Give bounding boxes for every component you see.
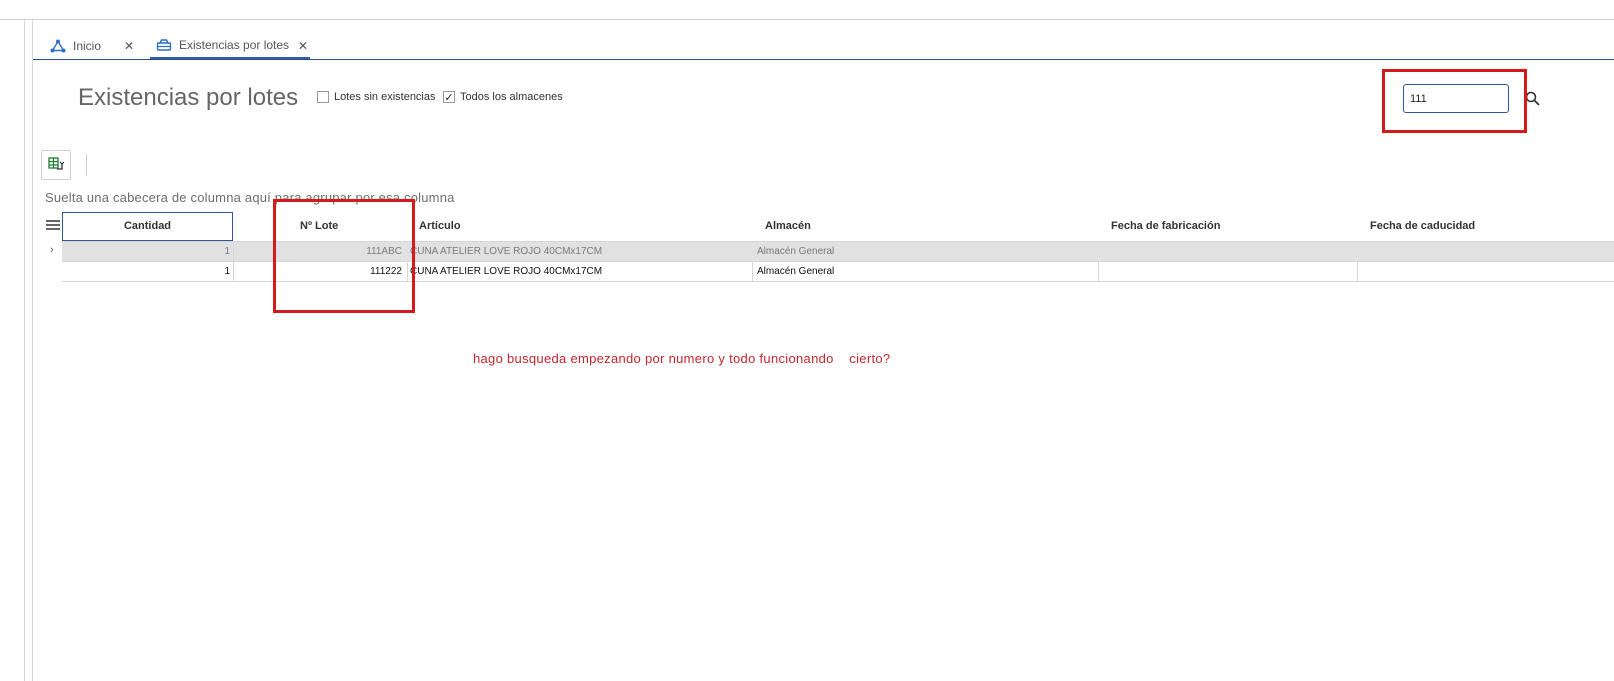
left-border-inner bbox=[32, 20, 33, 681]
column-header-articulo[interactable]: Artículo bbox=[419, 212, 461, 241]
column-menu-icon[interactable] bbox=[46, 220, 60, 232]
cell-lote: 111ABC bbox=[366, 246, 402, 257]
inventory-icon bbox=[156, 38, 172, 52]
cell-cantidad: 1 bbox=[224, 246, 230, 257]
row-divider bbox=[62, 281, 1614, 282]
column-header-lote[interactable]: Nº Lote bbox=[300, 212, 338, 241]
tab-inicio-label: Inicio bbox=[73, 38, 102, 53]
top-border bbox=[0, 19, 1614, 20]
checkbox-todos-los-almacenes[interactable]: ✓ Todos los almacenes bbox=[443, 91, 563, 104]
group-by-hint: Suelta una cabecera de columna aquí para… bbox=[45, 190, 455, 205]
cell-cantidad: 1 bbox=[224, 266, 230, 277]
cell-divider bbox=[1098, 262, 1099, 281]
search-icon[interactable] bbox=[1524, 90, 1542, 108]
tab-inicio-close-icon[interactable]: ✕ bbox=[124, 32, 134, 59]
cell-divider bbox=[407, 262, 408, 281]
cell-articulo: CUNA ATELIER LOVE ROJO 40CMx17CM bbox=[410, 246, 603, 257]
column-header-fecha-fabricacion[interactable]: Fecha de fabricación bbox=[1111, 212, 1220, 241]
column-header-fecha-caducidad[interactable]: Fecha de caducidad bbox=[1370, 212, 1475, 241]
page-title: Existencias por lotes bbox=[78, 84, 299, 111]
tab-existencias-close-icon[interactable]: ✕ bbox=[298, 32, 308, 59]
cell-lote: 111222 bbox=[370, 266, 402, 277]
cell-divider bbox=[752, 262, 753, 281]
network-icon bbox=[50, 39, 66, 53]
export-excel-button[interactable] bbox=[41, 150, 71, 180]
checkbox-label: Todos los almacenes bbox=[460, 91, 563, 103]
tab-underline bbox=[33, 59, 1614, 60]
tab-inicio[interactable]: Inicio bbox=[50, 32, 101, 59]
tab-existencias-label: Existencias por lotes bbox=[179, 37, 290, 52]
cell-almacen: Almacén General bbox=[757, 266, 835, 277]
tab-existencias[interactable]: Existencias por lotes bbox=[150, 32, 310, 59]
annotation-note: hago busqueda empezando por numero y tod… bbox=[473, 351, 891, 366]
column-header-almacen[interactable]: Almacén bbox=[765, 212, 811, 241]
table-row[interactable]: 1 111222 CUNA ATELIER LOVE ROJO 40CMx17C… bbox=[62, 262, 1614, 281]
cell-almacen: Almacén General bbox=[757, 246, 835, 257]
search-input[interactable] bbox=[1403, 84, 1509, 113]
checkbox-lotes-sin-existencias[interactable]: Lotes sin existencias bbox=[317, 91, 436, 103]
table-row[interactable]: 1 111ABC CUNA ATELIER LOVE ROJO 40CMx17C… bbox=[62, 242, 1614, 261]
toolbar-separator bbox=[86, 154, 87, 176]
column-header-cantidad[interactable]: Cantidad bbox=[62, 212, 233, 241]
row-expander-icon[interactable]: › bbox=[50, 244, 54, 256]
checkbox-box-checked[interactable]: ✓ bbox=[443, 91, 455, 104]
cell-articulo: CUNA ATELIER LOVE ROJO 40CMx17CM bbox=[410, 266, 603, 277]
checkbox-box[interactable] bbox=[317, 91, 329, 103]
checkbox-label: Lotes sin existencias bbox=[334, 91, 436, 103]
left-border bbox=[24, 20, 25, 681]
cell-divider bbox=[1357, 262, 1358, 281]
spreadsheet-export-icon bbox=[48, 157, 65, 173]
